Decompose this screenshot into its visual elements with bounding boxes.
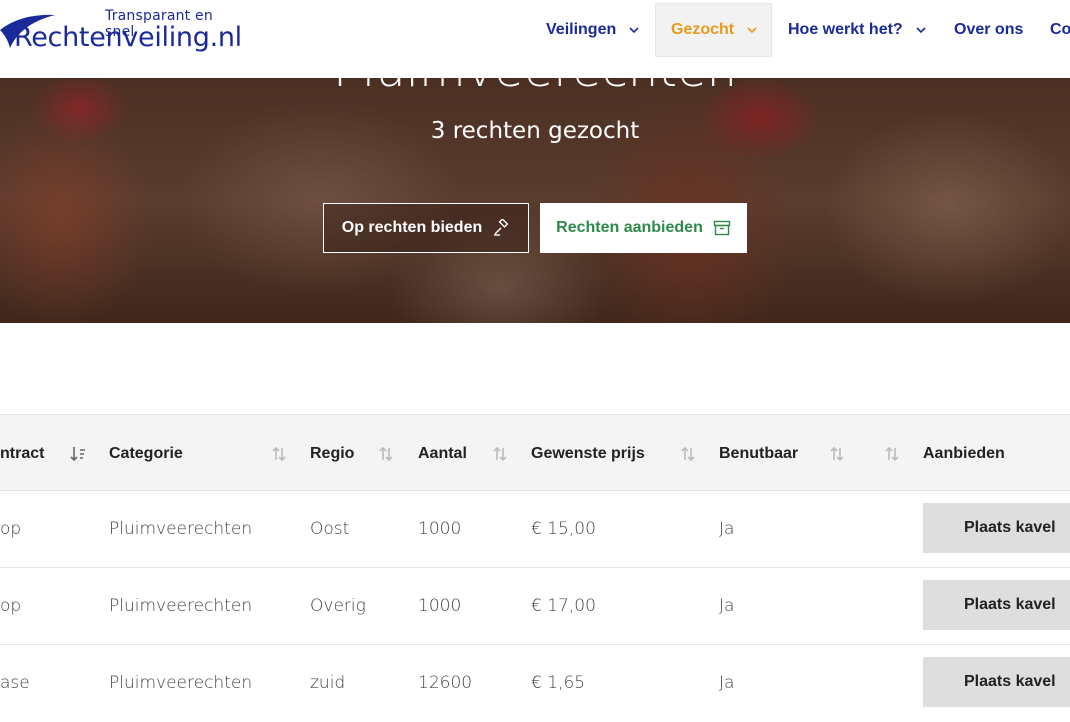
archive-box-icon: [713, 220, 731, 236]
nav-label: Hoe werkt het?: [788, 21, 903, 38]
column-header-categorie[interactable]: Categorie: [109, 415, 183, 492]
bid-button-label: Op rechten bieden: [341, 219, 483, 236]
cell-regio: zuid: [310, 673, 346, 693]
table-row: op Pluimveerechten Oost 1000 € 15,00 Ja …: [0, 491, 1070, 568]
nav-item-over-ons[interactable]: Over ons: [954, 3, 1023, 57]
table-row: op Pluimveerechten Overig 1000 € 17,00 J…: [0, 568, 1070, 645]
cell-contract: op: [0, 519, 22, 539]
nav-label: Over ons: [954, 21, 1024, 38]
chevron-down-icon: [747, 27, 757, 34]
place-lot-button[interactable]: Plaats kavel: [923, 503, 1070, 553]
offer-button-label: Rechten aanbieden: [556, 219, 703, 236]
sort-icon[interactable]: [884, 445, 900, 463]
cell-contract: ase: [0, 673, 30, 693]
chevron-down-icon: [629, 27, 639, 34]
cell-categorie: Pluimveerechten: [109, 519, 253, 539]
logo-name: Rechtenveiling.nl: [14, 22, 242, 53]
site-header: Transparant en snel Rechtenveiling.nl Ve…: [0, 0, 1070, 78]
cell-aantal: 1000: [418, 519, 462, 539]
cell-benutbaar: Ja: [719, 673, 735, 693]
cell-aantal: 12600: [418, 673, 473, 693]
cell-regio: Oost: [310, 519, 350, 539]
sort-active-icon[interactable]: [70, 445, 86, 463]
sort-icon[interactable]: [492, 445, 508, 463]
gavel-icon: [494, 219, 509, 236]
cell-prijs: € 17,00: [531, 596, 596, 616]
nav-label: Veilingen: [546, 21, 617, 38]
nav-item-hoe-werkt-het[interactable]: Hoe werkt het?: [788, 3, 927, 57]
column-header-benutbaar[interactable]: Benutbaar: [719, 415, 798, 492]
cell-regio: Overig: [310, 596, 366, 616]
column-header-contract[interactable]: ntract: [0, 415, 44, 492]
hero-overlay: [0, 78, 1070, 323]
site-logo[interactable]: Transparant en snel Rechtenveiling.nl: [0, 6, 242, 62]
cell-benutbaar: Ja: [719, 596, 735, 616]
offer-rights-button[interactable]: Rechten aanbieden: [540, 203, 747, 253]
sort-icon[interactable]: [378, 445, 394, 463]
column-header-gewenste-prijs[interactable]: Gewenste prijs: [531, 415, 645, 492]
place-lot-button[interactable]: Plaats kavel: [923, 580, 1070, 630]
sort-icon[interactable]: [271, 445, 287, 463]
cell-aantal: 1000: [418, 596, 462, 616]
page-title: Pluimveerechten: [0, 78, 1070, 98]
place-lot-button[interactable]: Plaats kavel: [923, 657, 1070, 707]
hero-banner: Pluimveerechten 3 rechten gezocht Op rec…: [0, 78, 1070, 323]
cell-categorie: Pluimveerechten: [109, 596, 253, 616]
nav-label: Gezocht: [671, 21, 735, 38]
nav-label: Co: [1050, 21, 1070, 38]
bid-on-rights-button[interactable]: Op rechten bieden: [323, 203, 529, 253]
sort-icon[interactable]: [680, 445, 696, 463]
page-subtitle: 3 rechten gezocht: [430, 118, 640, 144]
column-header-aanbieden: Aanbieden: [923, 444, 1005, 462]
cell-benutbaar: Ja: [719, 519, 735, 539]
chevron-down-icon: [916, 27, 926, 34]
nav-item-contact[interactable]: Co: [1050, 3, 1070, 57]
table-header: ntract Categorie Regio Aantal Gewenste p…: [0, 414, 1070, 491]
table-row: ase Pluimveerechten zuid 12600 € 1,65 Ja…: [0, 645, 1070, 722]
nav-item-veilingen[interactable]: Veilingen: [546, 3, 640, 57]
sort-icon[interactable]: [829, 445, 845, 463]
main-nav: Veilingen Gezocht Hoe werkt het? Over on…: [530, 3, 1070, 57]
column-header-regio[interactable]: Regio: [310, 415, 354, 492]
nav-item-gezocht[interactable]: Gezocht: [655, 3, 772, 57]
cell-prijs: € 1,65: [531, 673, 586, 693]
cell-prijs: € 15,00: [531, 519, 596, 539]
cell-contract: op: [0, 596, 22, 616]
cell-categorie: Pluimveerechten: [109, 673, 253, 693]
column-header-aantal[interactable]: Aantal: [418, 415, 467, 492]
